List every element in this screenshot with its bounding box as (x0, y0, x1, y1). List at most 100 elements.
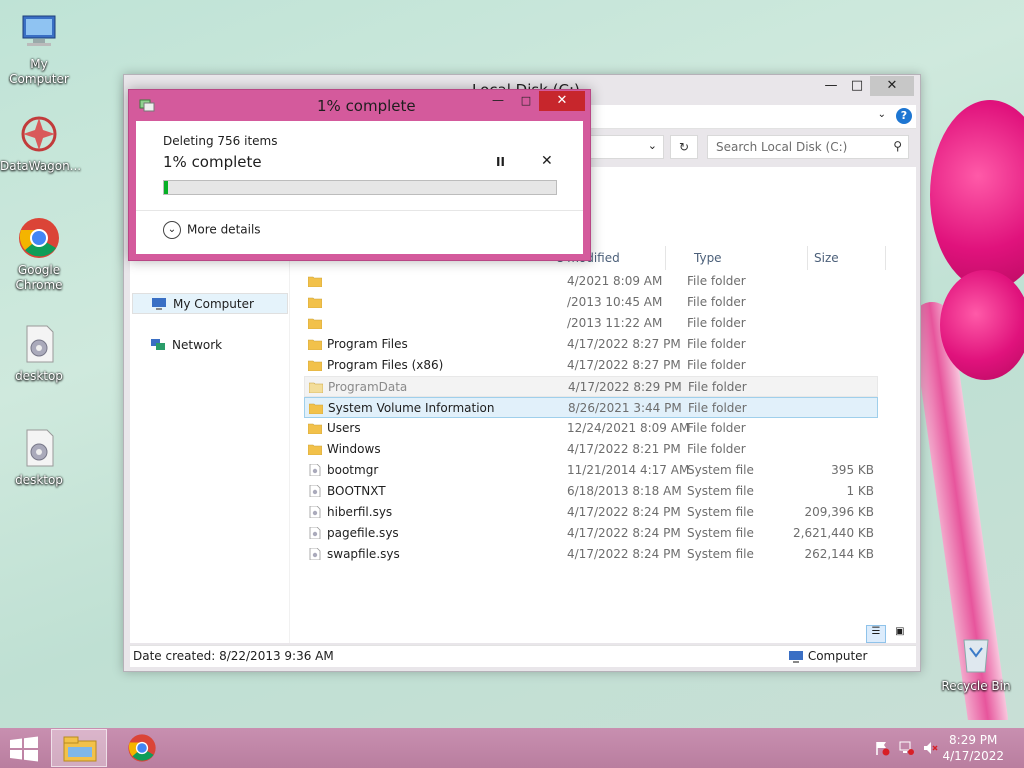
file-explorer-icon (63, 736, 97, 762)
table-row[interactable]: 4/2021 8:09 AM File folder (304, 271, 878, 292)
view-buttons: ☰ ▣ (866, 623, 910, 644)
search-input[interactable]: Search Local Disk (C:) ⚲ (707, 135, 909, 159)
file-date-modified: /2013 11:22 AM (567, 316, 663, 330)
file-date-modified: 4/17/2022 8:29 PM (568, 380, 682, 394)
table-row[interactable]: ProgramData 4/17/2022 8:29 PM File folder (304, 376, 878, 397)
taskbar-file-explorer-button[interactable] (51, 729, 107, 767)
nav-item-my-computer[interactable]: My Computer (132, 293, 288, 314)
clock-date: 4/17/2022 (942, 749, 1004, 763)
file-name: System Volume Information (328, 401, 495, 415)
dialog-minimize-button[interactable]: — (485, 91, 511, 111)
file-date-modified: 6/18/2013 8:18 AM (567, 484, 682, 498)
file-name: ProgramData (328, 380, 408, 394)
desktop-icon-my-computer[interactable]: My Computer (0, 10, 78, 87)
dialog-close-button[interactable]: ✕ (539, 91, 585, 111)
dialog-maximize-button[interactable]: □ (513, 91, 539, 111)
help-icon[interactable]: ? (896, 108, 912, 124)
cancel-button[interactable]: ✕ (541, 153, 553, 169)
file-size: 2,621,440 KB (793, 526, 874, 540)
maximize-button[interactable]: □ (840, 76, 874, 96)
close-button[interactable]: ✕ (870, 76, 914, 96)
file-name: Program Files (327, 337, 408, 351)
file-date-modified: 4/17/2022 8:24 PM (567, 547, 681, 561)
folder-icon (309, 403, 323, 414)
system-file-icon (309, 527, 321, 539)
file-size: 209,396 KB (804, 505, 874, 519)
pause-button[interactable]: II (496, 155, 505, 169)
computer-icon (22, 15, 56, 46)
clock[interactable]: 8:29 PM 4/17/2022 (942, 732, 1004, 764)
folder-icon (308, 276, 322, 287)
table-row[interactable]: pagefile.sys 4/17/2022 8:24 PM System file… (304, 523, 878, 544)
table-row[interactable]: swapfile.sys 4/17/2022 8:24 PM System file… (304, 544, 878, 565)
table-row[interactable]: Users 12/24/2021 8:09 AM File folder (304, 418, 878, 439)
desktop-icon-datawagon[interactable]: DataWagon... (0, 112, 81, 174)
windows-start-icon[interactable] (8, 736, 40, 762)
recycle-bin-icon (963, 639, 989, 673)
table-row[interactable]: hiberfil.sys 4/17/2022 8:24 PM System file… (304, 502, 878, 523)
table-row[interactable]: Program Files 4/17/2022 8:27 PM File folde… (304, 334, 878, 355)
file-type: System file (687, 505, 754, 519)
table-row[interactable]: /2013 10:45 AM File folder (304, 292, 878, 313)
file-name: pagefile.sys (327, 526, 399, 540)
table-row[interactable]: BOOTNXT 6/18/2013 8:18 AM System file 1 KB (304, 481, 878, 502)
chevron-down-icon: ⌄ (163, 221, 181, 239)
file-size: 1 KB (846, 484, 874, 498)
dialog-title: 1% complete (317, 97, 416, 115)
desktop-icon-desktop-2[interactable]: desktop (0, 426, 78, 488)
file-name: swapfile.sys (327, 547, 400, 561)
file-type: File folder (687, 442, 746, 456)
clock-time: 8:29 PM (949, 733, 998, 747)
system-file-icon (309, 548, 321, 560)
volume-muted-icon[interactable] (922, 740, 938, 756)
nav-item-network[interactable]: Network (132, 335, 288, 356)
file-type: File folder (687, 337, 746, 351)
network-icon (151, 339, 165, 350)
folder-icon (308, 339, 322, 350)
file-name: hiberfil.sys (327, 505, 393, 519)
desktop-icon-recycle-bin[interactable]: Recycle Bin (936, 632, 1016, 694)
chrome-icon (19, 218, 59, 258)
file-type: File folder (687, 295, 746, 309)
chevron-down-icon[interactable]: ⌄ (648, 139, 657, 152)
file-size: 262,144 KB (804, 547, 874, 561)
delete-progress-dialog: 1% complete — □ ✕ Deleting 756 items 1% … (128, 89, 591, 261)
desktop-icon-desktop-1[interactable]: desktop (0, 322, 78, 384)
refresh-button[interactable]: ↻ (670, 135, 698, 159)
file-name: Program Files (x86) (327, 358, 444, 372)
file-date-modified: 4/17/2022 8:24 PM (567, 505, 681, 519)
details-view-icon[interactable]: ☰ (866, 625, 886, 643)
file-type: System file (687, 463, 754, 477)
chrome-icon (128, 734, 156, 762)
action-center-flag-icon[interactable] (874, 740, 890, 756)
dialog-body: Deleting 756 items 1% complete II ✕ ⌄ Mor… (136, 121, 583, 254)
folder-icon (308, 318, 322, 329)
dialog-title-bar[interactable]: 1% complete — □ ✕ (129, 90, 590, 121)
file-name: Windows (327, 442, 381, 456)
chevron-down-icon[interactable]: ⌄ (878, 109, 886, 120)
computer-icon (789, 650, 803, 663)
file-name: bootmgr (327, 463, 379, 477)
settings-file-icon (26, 325, 54, 363)
computer-icon (152, 298, 166, 310)
file-type: File folder (687, 316, 746, 330)
table-row[interactable]: System Volume Information 8/26/2021 3:44 … (304, 397, 878, 418)
table-row[interactable]: Program Files (x86) 4/17/2022 8:27 PM File… (304, 355, 878, 376)
file-date-modified: 4/17/2022 8:27 PM (567, 358, 681, 372)
table-row[interactable]: bootmgr 11/21/2014 4:17 AM System file 395 … (304, 460, 878, 481)
large-icons-view-icon[interactable]: ▣ (890, 626, 910, 644)
progress-bar (163, 180, 557, 195)
file-type: File folder (687, 421, 746, 435)
system-file-icon (309, 485, 321, 497)
network-status-icon[interactable] (898, 740, 914, 756)
table-row[interactable]: Windows 4/17/2022 8:21 PM File folder (304, 439, 878, 460)
more-details-button[interactable]: ⌄ More details (163, 221, 261, 239)
file-type: File folder (688, 401, 747, 415)
desktop-icon-chrome[interactable]: Google Chrome (0, 216, 78, 293)
file-date-modified: 11/21/2014 4:17 AM (567, 463, 690, 477)
column-type[interactable]: Type (688, 246, 808, 270)
column-size[interactable]: Size (808, 246, 886, 270)
system-file-icon (309, 464, 321, 476)
table-row[interactable]: /2013 11:22 AM File folder (304, 313, 878, 334)
taskbar-chrome-button[interactable] (115, 729, 171, 767)
